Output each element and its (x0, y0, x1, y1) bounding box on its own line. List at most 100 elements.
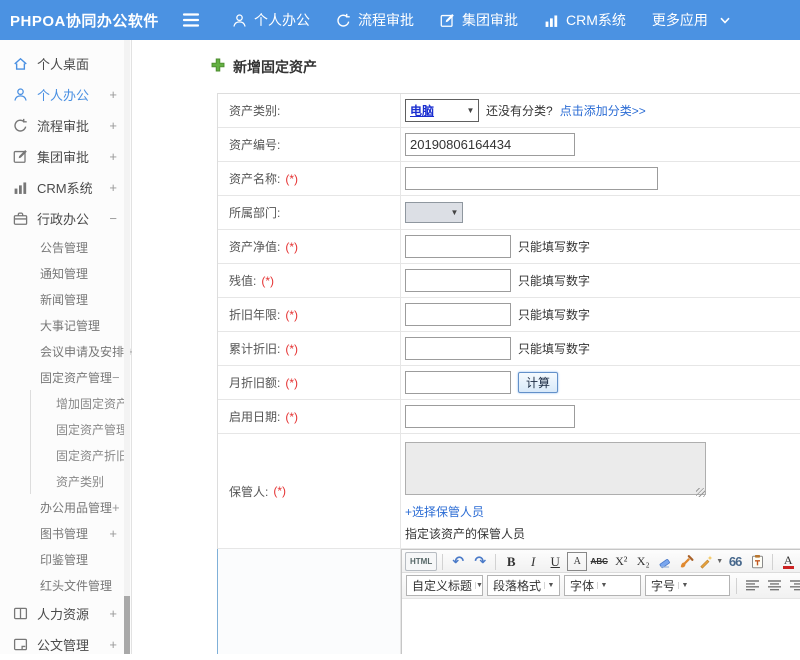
sidebar: 个人桌面个人办公+流程审批+集团审批+CRM系统+行政办公−公告管理通知管理新闻… (0, 40, 132, 654)
align-right-icon[interactable] (786, 576, 800, 595)
topnav-item-4[interactable]: CRM系统 (544, 10, 626, 30)
sidebar-item-16[interactable]: 资产类别 (30, 468, 131, 494)
sidebar-item-label: 新闻管理 (40, 291, 88, 308)
expand-plus-icon[interactable]: + (109, 87, 117, 102)
sidebar-scrollbar-thumb[interactable] (124, 596, 130, 654)
form-row-category: 资产类别: 电脑 ▼ 还没有分类? 点击添加分类>> (218, 94, 800, 128)
hamburger-menu-icon[interactable] (182, 12, 204, 28)
more-apps-caret-icon[interactable] (720, 11, 730, 29)
topnav-item-3[interactable]: 集团审批 (440, 10, 518, 30)
editor-toolbar-row2: 自定义标题 ▼ 段落格式 ▼ 字体 ▼ 字号 ▼ (402, 573, 800, 599)
collapse-minus-icon[interactable]: − (109, 211, 117, 226)
expand-plus-icon[interactable]: + (109, 606, 117, 621)
asset-name-input[interactable] (405, 167, 658, 190)
sidebar-item-11[interactable]: 会议申请及安排+ (0, 338, 131, 364)
asset-category-select[interactable]: 电脑 ▼ (405, 99, 479, 122)
form-row-dep-years: 折旧年限: (*) 只能填写数字 (218, 298, 800, 332)
required-mark: (*) (285, 240, 298, 254)
sidebar-item-6[interactable]: 行政办公− (0, 203, 131, 234)
form-row-net-value: 资产净值: (*) 只能填写数字 (218, 230, 800, 264)
redo-icon[interactable]: ↷ (470, 552, 490, 571)
chart-icon (544, 13, 559, 28)
sidebar-item-21[interactable]: 人力资源+ (0, 598, 131, 629)
paste-plain-icon[interactable] (747, 552, 767, 571)
calculate-button[interactable]: 计算 (518, 372, 558, 393)
expand-plus-icon[interactable]: + (109, 637, 117, 652)
add-category-link[interactable]: 点击添加分类>> (560, 102, 646, 119)
heading-select[interactable]: 自定义标题 ▼ (406, 575, 483, 596)
collapse-minus-icon[interactable]: − (112, 370, 120, 385)
sidebar-item-14[interactable]: 固定资产管理 (30, 416, 131, 442)
sidebar-item-10[interactable]: 大事记管理 (0, 312, 131, 338)
required-mark: (*) (285, 308, 298, 322)
underline-button[interactable]: U (545, 552, 565, 571)
sidebar-item-19[interactable]: 印鉴管理 (0, 546, 131, 572)
start-date-input[interactable] (405, 405, 575, 428)
bold-button[interactable]: B (501, 552, 521, 571)
sidebar-item-12[interactable]: 固定资产管理− (0, 364, 131, 390)
required-mark: (*) (285, 172, 298, 186)
paragraph-format-select[interactable]: 段落格式 ▼ (487, 575, 560, 596)
superscript-button[interactable]: X² (611, 552, 631, 571)
auto-typeset-icon[interactable]: ▼ (699, 552, 723, 571)
keeper-textarea[interactable] (405, 442, 706, 495)
sidebar-item-label: 会议申请及安排 (40, 343, 124, 360)
sidebar-item-1[interactable]: 个人桌面 (0, 48, 131, 79)
sidebar-item-17[interactable]: 办公用品管理+ (0, 494, 131, 520)
form-row-dep-total: 累计折旧: (*) 只能填写数字 (218, 332, 800, 366)
sidebar-item-label: 个人桌面 (37, 54, 89, 73)
strikethrough-button[interactable]: ABC (589, 552, 609, 571)
net-value-input[interactable] (405, 235, 511, 258)
editor-toolbar-row1: HTML ↶ ↷ B I U A ABC X² X₂ (402, 550, 800, 573)
sidebar-item-22[interactable]: 公文管理+ (0, 629, 131, 660)
topnav-item-5[interactable]: 更多应用 (652, 10, 708, 30)
expand-plus-icon[interactable]: + (109, 180, 117, 195)
sidebar-item-2[interactable]: 个人办公+ (0, 79, 131, 110)
border-text-button[interactable]: A (567, 552, 587, 571)
sidebar-item-label: 流程审批 (37, 116, 89, 135)
flow-icon (13, 118, 28, 133)
sidebar-item-4[interactable]: 集团审批+ (0, 141, 131, 172)
subscript-button[interactable]: X₂ (633, 552, 653, 571)
sidebar-item-label: 固定资产折旧 (56, 447, 128, 464)
sidebar-item-7[interactable]: 公告管理 (0, 234, 131, 260)
sidebar-item-9[interactable]: 新闻管理 (0, 286, 131, 312)
sidebar-item-13[interactable]: 增加固定资产 (30, 390, 131, 416)
sidebar-item-15[interactable]: 固定资产折旧 (30, 442, 131, 468)
sidebar-scrollbar[interactable] (124, 40, 130, 654)
department-select[interactable]: ▼ (405, 202, 463, 223)
asset-no-input[interactable] (405, 133, 575, 156)
expand-plus-icon[interactable]: + (112, 500, 120, 515)
sidebar-item-8[interactable]: 通知管理 (0, 260, 131, 286)
expand-plus-icon[interactable]: + (109, 118, 117, 133)
eraser-icon[interactable] (655, 552, 675, 571)
font-color-button[interactable]: A (778, 552, 798, 571)
editor-content-area[interactable] (402, 599, 800, 654)
dep-month-input[interactable] (405, 371, 511, 394)
select-keeper-link[interactable]: +选择保管人员 (405, 503, 484, 520)
sidebar-item-20[interactable]: 红头文件管理 (0, 572, 131, 598)
salvage-input[interactable] (405, 269, 511, 292)
topnav-item-2[interactable]: 流程审批 (336, 10, 414, 30)
dep-years-input[interactable] (405, 303, 511, 326)
italic-button[interactable]: I (523, 552, 543, 571)
expand-plus-icon[interactable]: + (109, 526, 117, 541)
user-icon (13, 87, 28, 102)
blockquote-button[interactable]: 66 (725, 552, 745, 571)
expand-plus-icon[interactable]: + (109, 149, 117, 164)
align-center-icon[interactable] (764, 576, 784, 595)
sidebar-item-18[interactable]: 图书管理+ (0, 520, 131, 546)
sidebar-item-5[interactable]: CRM系统+ (0, 172, 131, 203)
format-brush-icon[interactable] (677, 552, 697, 571)
font-family-select[interactable]: 字体 ▼ (564, 575, 641, 596)
edit-icon (13, 149, 28, 164)
dep-total-input[interactable] (405, 337, 511, 360)
doc-icon (13, 637, 28, 652)
sidebar-item-label: 固定资产管理 (40, 369, 112, 386)
undo-icon[interactable]: ↶ (448, 552, 468, 571)
topnav-item-1[interactable]: 个人办公 (232, 10, 310, 30)
font-size-select[interactable]: 字号 ▼ (645, 575, 730, 596)
html-source-button[interactable]: HTML (405, 552, 437, 571)
sidebar-item-3[interactable]: 流程审批 + (0, 110, 131, 141)
align-left-icon[interactable] (742, 576, 762, 595)
